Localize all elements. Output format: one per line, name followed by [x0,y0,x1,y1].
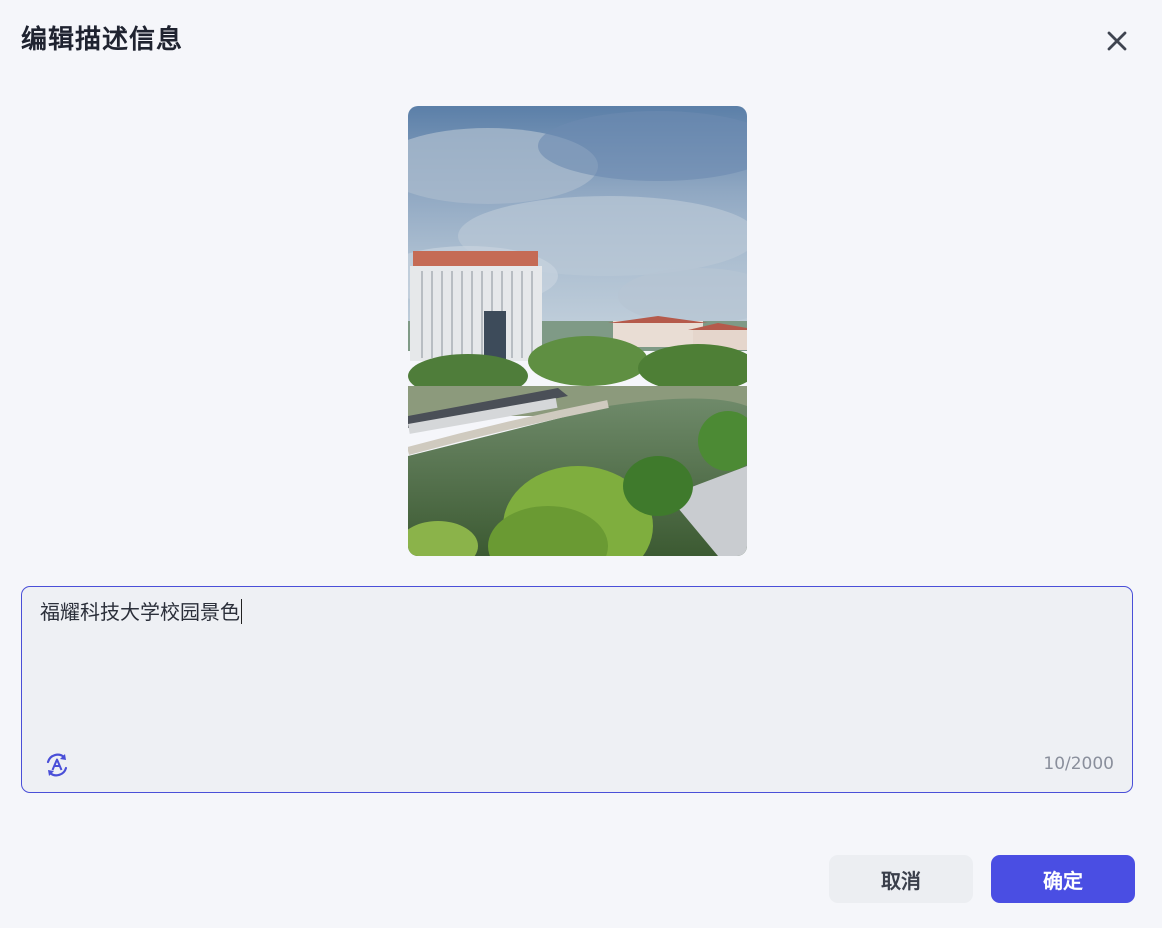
ai-rewrite-icon[interactable] [44,752,70,778]
character-counter: 10/2000 [1043,754,1114,774]
campus-photo [408,106,747,556]
description-textarea[interactable]: 福耀科技大学校园景色 10/2000 [21,586,1133,793]
edit-description-dialog: 编辑描述信息 福耀科技大学校园景色 10/2000 取消 确定 [0,0,1162,928]
description-text: 福耀科技大学校园景色 [40,597,242,627]
close-icon [1107,31,1127,51]
cancel-button[interactable]: 取消 [829,855,973,903]
description-value: 福耀科技大学校园景色 [40,600,240,624]
close-button[interactable] [1100,24,1134,58]
dialog-title: 编辑描述信息 [21,25,184,55]
confirm-button[interactable]: 确定 [991,855,1135,903]
text-caret [241,599,242,624]
